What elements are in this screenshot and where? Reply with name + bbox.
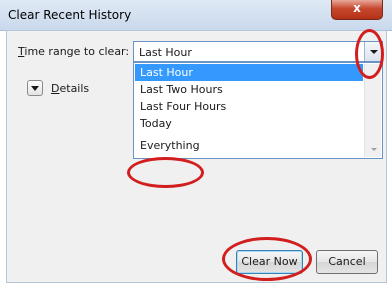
dropdown-scrollbar[interactable] [364, 64, 381, 157]
time-range-select[interactable]: Last Hour [133, 41, 383, 62]
time-range-dropdown-list[interactable]: Last Hour Last Two Hours Last Four Hours… [133, 62, 383, 159]
details-label[interactable]: Details [51, 82, 89, 95]
details-expand-button[interactable] [27, 80, 43, 96]
option-last-two-hours[interactable]: Last Two Hours [135, 81, 363, 98]
time-range-selected-value: Last Hour [139, 46, 192, 59]
time-range-label: Time range to clear: [18, 45, 130, 58]
cancel-button[interactable]: Cancel [316, 250, 378, 274]
option-last-hour[interactable]: Last Hour [135, 64, 363, 81]
option-today[interactable]: Today [135, 115, 363, 132]
title-bar: Clear Recent History x [0, 0, 392, 31]
clear-now-button[interactable]: Clear Now [236, 250, 303, 274]
close-icon: x [353, 1, 361, 15]
scroll-down-arrow-icon[interactable] [371, 148, 377, 151]
option-everything[interactable]: Everything [135, 137, 363, 154]
option-last-four-hours[interactable]: Last Four Hours [135, 98, 363, 115]
close-button[interactable]: x [331, 0, 383, 20]
dropdown-arrow-icon[interactable] [364, 42, 382, 61]
window-title: Clear Recent History [8, 8, 132, 22]
